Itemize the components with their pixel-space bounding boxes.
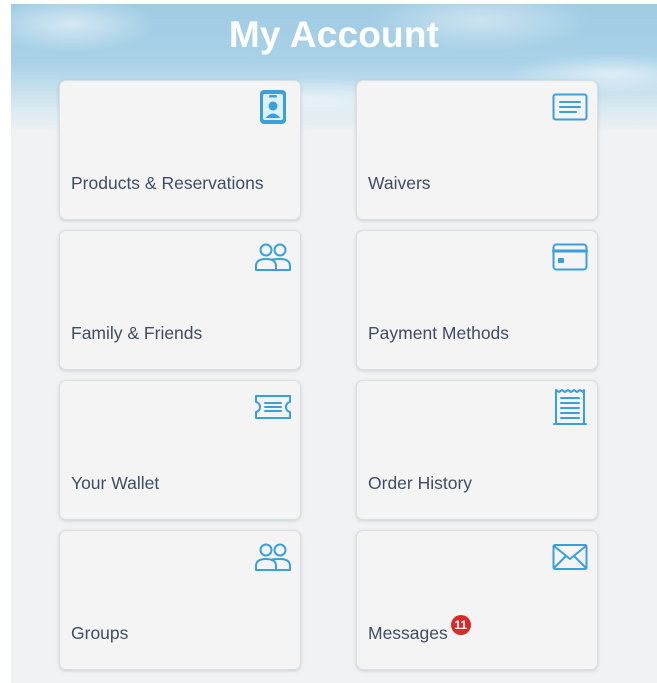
payment-methods-label: Payment Methods [368, 323, 510, 343]
family-friends-label: Family & Friends [71, 323, 203, 343]
people-icon [254, 539, 292, 575]
products-reservations-label: Products & Reservations [71, 173, 264, 193]
people-icon [254, 239, 292, 275]
unread-count-badge: 11 [450, 615, 471, 635]
messages-label: Messages 11 [368, 615, 471, 645]
groups-label: Groups [71, 623, 129, 643]
document-lines-icon [551, 89, 589, 125]
groups-card[interactable]: Groups [59, 530, 301, 670]
order-history-label: Order History [368, 473, 473, 493]
your-wallet-card[interactable]: Your Wallet [59, 380, 301, 520]
account-page: My Account Products & Reservations Waive… [11, 4, 657, 683]
page-title: My Account [228, 14, 440, 55]
credit-card-icon [551, 239, 589, 275]
products-reservations-card[interactable]: Products & Reservations [59, 80, 301, 220]
messages-label-text: Messages [368, 623, 448, 643]
order-history-card[interactable]: Order History [356, 380, 598, 520]
ticket-icon [254, 389, 292, 425]
your-wallet-label: Your Wallet [71, 473, 160, 493]
payment-methods-card[interactable]: Payment Methods [356, 230, 598, 370]
receipt-icon [551, 389, 589, 425]
messages-card[interactable]: Messages 11 [356, 530, 598, 670]
family-friends-card[interactable]: Family & Friends [59, 230, 301, 370]
envelope-icon [551, 539, 589, 575]
id-badge-icon [254, 89, 292, 125]
waivers-label: Waivers [368, 173, 431, 193]
waivers-card[interactable]: Waivers [356, 80, 598, 220]
